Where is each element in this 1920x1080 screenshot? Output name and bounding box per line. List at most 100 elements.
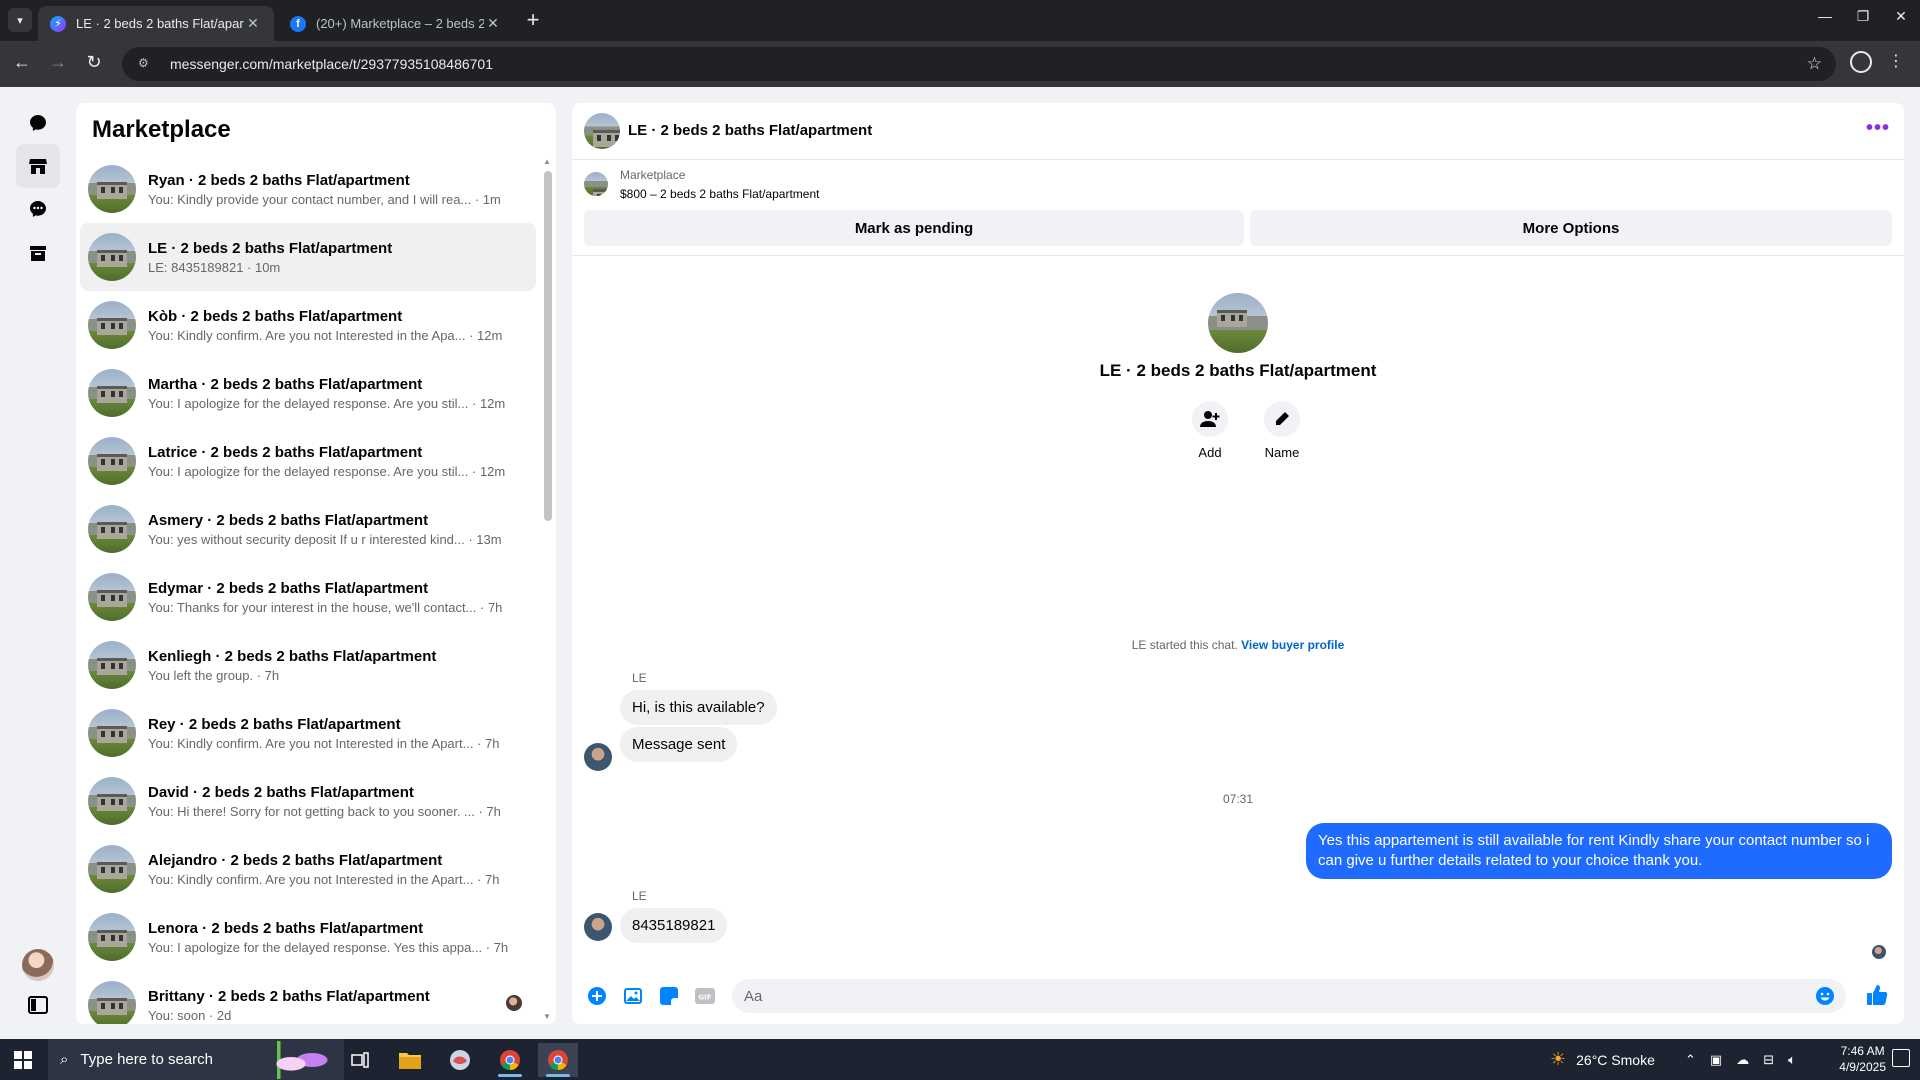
taskbar-clock[interactable]: 7:46 AM 4/9/2025 [1839, 1043, 1886, 1075]
conversation-text: David · 2 beds 2 baths Flat/apartment You… [148, 784, 536, 819]
conversation-name: Kòb · 2 beds 2 baths Flat/apartment [148, 307, 403, 325]
close-window-icon[interactable]: ✕ [1886, 8, 1916, 25]
weather-text: 26°C Smoke [1576, 1051, 1655, 1068]
app-icon[interactable] [440, 1043, 480, 1077]
back-icon[interactable]: ← [10, 52, 34, 73]
conversation-item[interactable]: Asmery · 2 beds 2 baths Flat/apartment Yo… [80, 495, 536, 563]
taskbar-search[interactable]: ⌕ Type here to search [48, 1039, 344, 1080]
address-bar[interactable]: ⚙ messenger.com/marketplace/t/2937793510… [122, 47, 1836, 81]
browser-tab-facebook[interactable]: f (20+) Marketplace – 2 beds 2 baths ✕ [278, 6, 514, 41]
conversation-item[interactable]: Latrice · 2 beds 2 baths Flat/apartment Y… [80, 427, 536, 495]
conversation-item[interactable]: Ryan · 2 beds 2 baths Flat/apartment You:… [80, 155, 536, 223]
close-tab-icon[interactable]: ✕ [484, 15, 502, 32]
conversation-item[interactable]: Edymar · 2 beds 2 baths Flat/apartment Yo… [80, 563, 536, 631]
conversation-item[interactable]: LE · 2 beds 2 baths Flat/apartment LE: 84… [80, 223, 536, 291]
task-view-icon[interactable] [340, 1043, 380, 1077]
tab-search-button[interactable]: ▾ [8, 8, 32, 32]
network-icon[interactable]: ⊟ [1763, 1052, 1774, 1068]
incoming-message[interactable]: Hi, is this available? [620, 690, 777, 725]
user-avatar[interactable] [22, 949, 54, 981]
add-people-button[interactable]: Add [1182, 401, 1238, 460]
reload-icon[interactable]: ↻ [82, 52, 106, 73]
message-input[interactable]: Aa [732, 979, 1846, 1013]
conversation-item[interactable]: Martha · 2 beds 2 baths Flat/apartment Yo… [80, 359, 536, 427]
photo-icon[interactable] [622, 985, 644, 1007]
listing-source: Marketplace [620, 168, 686, 182]
chrome-icon[interactable] [490, 1043, 530, 1077]
chat-avatar[interactable] [584, 113, 620, 149]
new-tab-button[interactable]: + [520, 8, 546, 34]
weather-widget[interactable]: ☀ 26°C Smoke [1550, 1039, 1655, 1080]
incoming-message[interactable]: 8435189821 [620, 908, 728, 943]
plus-circle-icon[interactable] [586, 985, 608, 1007]
system-tray: ⌃ ▣ ☁ ⊟ 🔈︎ [1685, 1039, 1796, 1080]
conversation-item[interactable]: Kenliegh · 2 beds 2 baths Flat/apartment… [80, 631, 536, 699]
bookmark-star-icon[interactable]: ☆ [1807, 54, 1822, 74]
minimize-icon[interactable]: — [1810, 8, 1840, 24]
meet-now-icon[interactable]: ▣ [1710, 1052, 1722, 1068]
browser-menu-icon[interactable]: ⋮ [1888, 51, 1904, 71]
browser-tab-messenger[interactable]: ⚡ LE · 2 beds 2 baths Flat/apartment ✕ [38, 6, 274, 41]
conversation-snippet: You: Thanks for your interest in the hou… [148, 599, 503, 615]
cloud-icon[interactable]: ☁ [1736, 1052, 1749, 1068]
archive-nav-button[interactable] [16, 231, 60, 275]
conversation-avatar [88, 981, 136, 1024]
gif-icon[interactable]: GIF [694, 985, 716, 1007]
site-info-icon[interactable]: ⚙ [138, 56, 154, 72]
conversation-item[interactable]: Alejandro · 2 beds 2 baths Flat/apartmen… [80, 835, 536, 903]
conversation-item[interactable]: Brittany · 2 beds 2 baths Flat/apartment… [80, 971, 536, 1024]
page-title: Marketplace [92, 116, 231, 143]
chrome-profile-icon[interactable] [538, 1043, 578, 1077]
conversation-avatar [88, 845, 136, 893]
restore-icon[interactable]: ❐ [1848, 8, 1878, 25]
incoming-message[interactable]: Message sent [620, 727, 738, 762]
scroll-thumb[interactable] [544, 171, 552, 521]
chat-title[interactable]: LE · 2 beds 2 baths Flat/apartment [628, 122, 872, 139]
sender-avatar[interactable] [584, 913, 612, 941]
more-options-button[interactable]: More Options [1250, 210, 1892, 246]
conversation-text: LE · 2 beds 2 baths Flat/apartment LE: 84… [148, 240, 536, 275]
conversation-name: Asmery · 2 beds 2 baths Flat/apartment [148, 511, 429, 529]
sticker-icon[interactable] [658, 985, 680, 1007]
close-tab-icon[interactable]: ✕ [244, 15, 262, 32]
thumbs-up-icon[interactable] [1864, 982, 1890, 1008]
windows-taskbar: ⌕ Type here to search ☀ 26°C Smoke ⌃ ▣ ☁… [0, 1039, 1920, 1080]
message-requests-nav-button[interactable] [16, 187, 60, 231]
conversation-item[interactable]: Kòb · 2 beds 2 baths Flat/apartment You: … [80, 291, 536, 359]
toggle-sidebar-button[interactable] [16, 983, 60, 1027]
more-options-icon[interactable]: ••• [1866, 117, 1890, 140]
listing-thumbnail[interactable] [584, 172, 608, 196]
chevron-up-icon[interactable]: ⌃ [1685, 1052, 1696, 1068]
view-buyer-profile-link[interactable]: View buyer profile [1241, 638, 1344, 652]
file-explorer-icon[interactable] [390, 1043, 430, 1077]
conversation-name: Edymar · 2 beds 2 baths Flat/apartment [148, 579, 429, 597]
seen-avatar [506, 995, 522, 1011]
scrollbar[interactable]: ▲ ▼ [542, 155, 552, 1021]
sender-avatar[interactable] [584, 743, 612, 771]
conversation-item[interactable]: David · 2 beds 2 baths Flat/apartment You… [80, 767, 536, 835]
outgoing-message[interactable]: Yes this appartement is still available … [1306, 823, 1892, 879]
scroll-up-arrow-icon[interactable]: ▲ [542, 157, 552, 166]
marketplace-nav-button[interactable] [16, 144, 60, 188]
conversation-text: Asmery · 2 beds 2 baths Flat/apartment Yo… [148, 512, 536, 547]
listing-price[interactable]: $800 – 2 beds 2 baths Flat/apartment [620, 187, 819, 201]
clock-date: 4/9/2025 [1839, 1060, 1886, 1074]
name-chat-button[interactable]: Name [1254, 401, 1310, 460]
marketplace-conversation-list: Marketplace Ryan · 2 beds 2 baths Flat/a… [76, 103, 556, 1024]
scroll-down-arrow-icon[interactable]: ▼ [542, 1012, 552, 1021]
mark-as-pending-button[interactable]: Mark as pending [584, 210, 1244, 246]
conversation-item[interactable]: Rey · 2 beds 2 baths Flat/apartment You: … [80, 699, 536, 767]
conversation-text: Kenliegh · 2 beds 2 baths Flat/apartment… [148, 648, 536, 683]
chats-nav-button[interactable] [16, 101, 60, 145]
sender-label: LE [632, 671, 647, 685]
volume-icon[interactable]: 🔈︎ [1788, 1052, 1796, 1068]
profile-icon[interactable] [1850, 51, 1872, 73]
emoji-icon[interactable] [1816, 987, 1834, 1009]
conversation-avatar [88, 709, 136, 757]
conversation-avatar [88, 913, 136, 961]
notification-center-icon[interactable] [1892, 1049, 1910, 1067]
conversation-snippet: You: Kindly confirm. Are you not Interes… [148, 327, 503, 343]
windows-start-icon[interactable] [14, 1051, 32, 1069]
conversation-item[interactable]: Lenora · 2 beds 2 baths Flat/apartment Yo… [80, 903, 536, 971]
forward-icon[interactable]: → [46, 52, 70, 73]
